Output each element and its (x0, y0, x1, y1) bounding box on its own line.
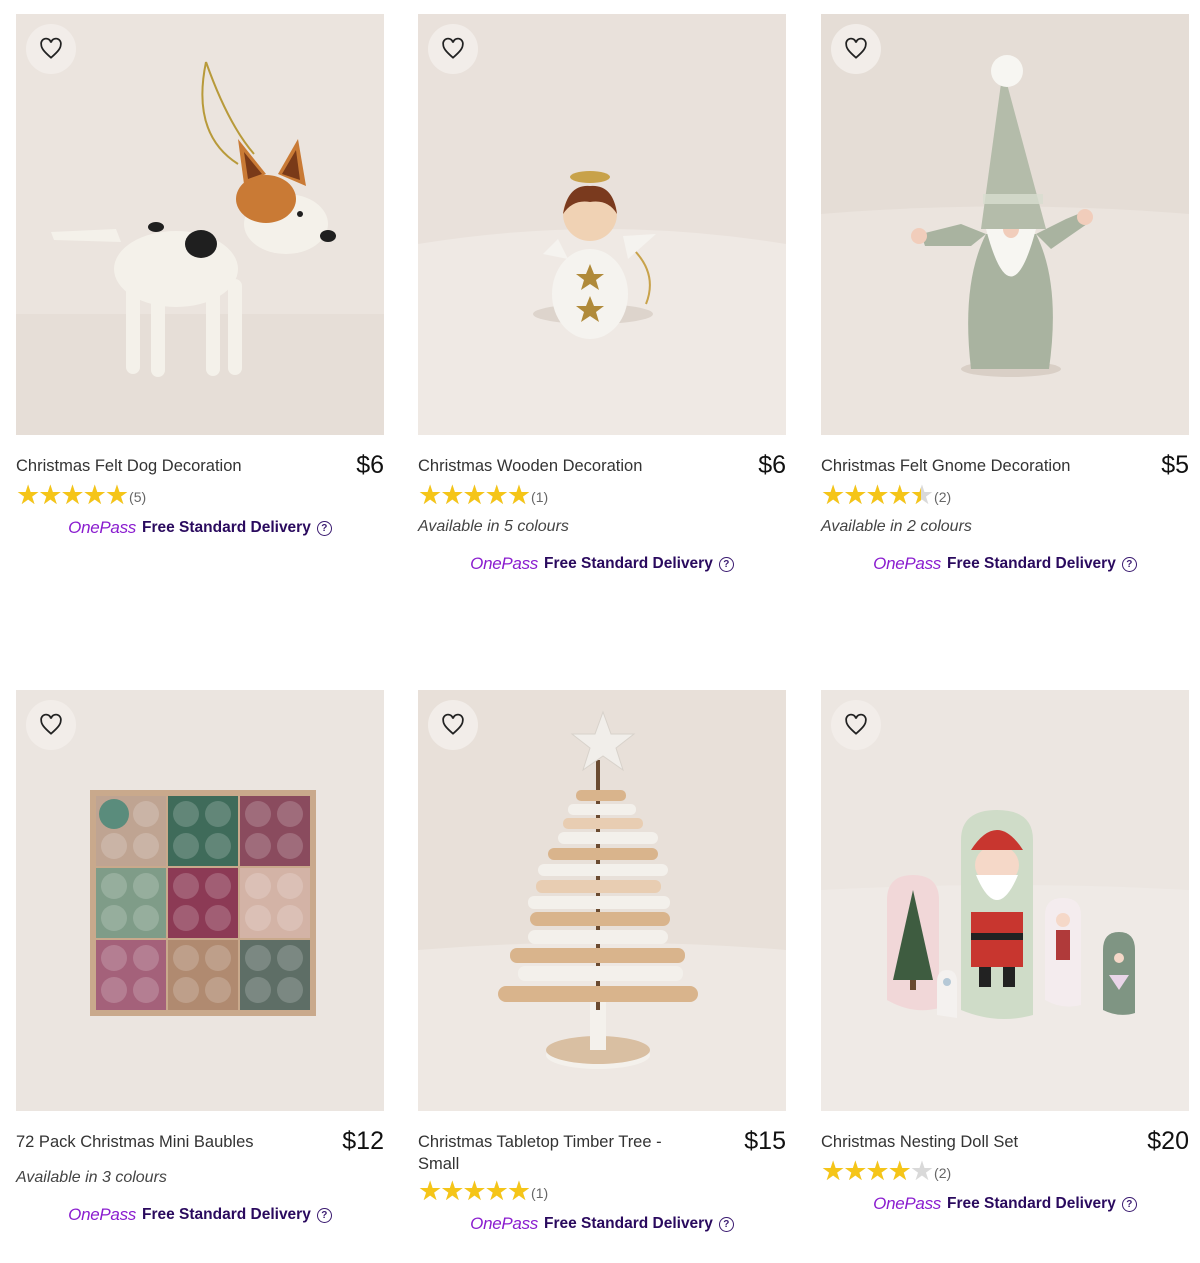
product-title[interactable]: Christmas Tabletop Timber Tree - Small (418, 1131, 698, 1175)
question-circle-icon[interactable]: ? (316, 1207, 332, 1223)
product-title[interactable]: Christmas Felt Gnome Decoration (821, 455, 1070, 477)
product-card[interactable]: 72 Pack Christmas Mini Baubles $12 Avail… (16, 690, 384, 1225)
rating-count: (2) (934, 1165, 952, 1181)
wishlist-button[interactable] (26, 700, 76, 750)
question-circle-icon[interactable]: ? (718, 1216, 734, 1232)
product-price: $6 (758, 451, 786, 479)
product-rating[interactable]: ★★★★★★★★★★ (2) (821, 1156, 1189, 1186)
delivery-text: Free Standard Delivery (946, 555, 1116, 572)
product-image[interactable] (418, 14, 786, 435)
mini-baubles-image (16, 690, 384, 1111)
star-rating-icon: ★★★★★★★★★★ (418, 480, 531, 510)
product-card[interactable]: Christmas Nesting Doll Set $20 ★★★★★ ★★★★… (821, 690, 1189, 1214)
product-title[interactable]: 72 Pack Christmas Mini Baubles (16, 1131, 254, 1153)
question-circle-icon[interactable]: ? (1121, 1196, 1137, 1212)
onepass-delivery-badge[interactable]: OnePass Free Standard Delivery ? (16, 1205, 384, 1225)
product-rating[interactable]: ★★★★★ ★★★★★ (5) (16, 480, 384, 510)
felt-gnome-image (821, 14, 1189, 435)
product-price: $15 (744, 1127, 786, 1155)
onepass-delivery-badge[interactable]: OnePass Free Standard Delivery ? (821, 1194, 1189, 1214)
product-rating[interactable]: ★★★★★ ★★★★★ (1) (418, 480, 786, 510)
colour-availability[interactable]: Available in 5 colours (418, 518, 786, 536)
star-rating-icon: ★★★★★★★★★★ (16, 480, 129, 510)
onepass-logo: OnePass (68, 1205, 136, 1224)
product-card[interactable]: Christmas Tabletop Timber Tree - Small $… (418, 690, 786, 1234)
product-image[interactable] (418, 690, 786, 1111)
product-card[interactable]: Christmas Felt Dog Decoration $6 ★★★★★ ★★… (16, 14, 384, 538)
product-image[interactable] (16, 14, 384, 435)
wooden-angel-image (418, 14, 786, 435)
onepass-logo: OnePass (68, 518, 136, 537)
heart-outline-icon (442, 713, 464, 735)
star-rating-icon: ★★★★★★★★★★ (418, 1176, 531, 1206)
onepass-delivery-badge[interactable]: OnePass Free Standard Delivery ? (418, 554, 786, 574)
heart-outline-icon (845, 713, 867, 735)
rating-count: (2) (934, 489, 952, 505)
onepass-delivery-badge[interactable]: OnePass Free Standard Delivery ? (821, 554, 1189, 574)
product-title[interactable]: Christmas Wooden Decoration (418, 455, 642, 477)
delivery-text: Free Standard Delivery (141, 1206, 311, 1223)
heart-outline-icon (845, 37, 867, 59)
onepass-logo: OnePass (873, 1194, 941, 1213)
onepass-logo: OnePass (873, 554, 941, 573)
product-rating[interactable]: ★★★★★ ★★★★★ (1) (418, 1176, 786, 1206)
rating-count: (1) (531, 489, 549, 505)
wishlist-button[interactable] (428, 700, 478, 750)
question-circle-icon[interactable]: ? (1121, 556, 1137, 572)
product-image[interactable] (821, 14, 1189, 435)
product-image[interactable] (821, 690, 1189, 1111)
onepass-logo: OnePass (470, 554, 538, 573)
wishlist-button[interactable] (428, 24, 478, 74)
felt-dog-image (16, 14, 384, 435)
colour-availability[interactable]: Available in 2 colours (821, 518, 1189, 536)
product-rating[interactable]: ★★★★★★★★★★ (2) (821, 480, 1189, 510)
star-rating-icon: ★★★★★★★★★★ (821, 480, 934, 510)
wishlist-button[interactable] (26, 24, 76, 74)
wishlist-button[interactable] (831, 24, 881, 74)
rating-count: (5) (129, 489, 147, 505)
onepass-logo: OnePass (470, 1214, 538, 1233)
heart-outline-icon (442, 37, 464, 59)
delivery-text: Free Standard Delivery (543, 1215, 713, 1232)
onepass-delivery-badge[interactable]: OnePass Free Standard Delivery ? (418, 1214, 786, 1234)
product-image[interactable] (16, 690, 384, 1111)
product-price: $12 (342, 1127, 384, 1155)
onepass-delivery-badge[interactable]: OnePass Free Standard Delivery ? (16, 518, 384, 538)
delivery-text: Free Standard Delivery (141, 519, 311, 536)
star-rating-icon: ★★★★★★★★★★ (821, 1156, 934, 1186)
wishlist-button[interactable] (831, 700, 881, 750)
product-title[interactable]: Christmas Nesting Doll Set (821, 1131, 1018, 1153)
product-card[interactable]: Christmas Wooden Decoration $6 ★★★★★ ★★★★… (418, 14, 786, 574)
product-title[interactable]: Christmas Felt Dog Decoration (16, 455, 242, 477)
nesting-dolls-image (821, 690, 1189, 1111)
rating-count: (1) (531, 1185, 549, 1201)
product-price: $6 (356, 451, 384, 479)
question-circle-icon[interactable]: ? (316, 520, 332, 536)
product-price: $20 (1147, 1127, 1189, 1155)
question-circle-icon[interactable]: ? (718, 556, 734, 572)
delivery-text: Free Standard Delivery (543, 555, 713, 572)
heart-outline-icon (40, 713, 62, 735)
timber-tree-image (418, 690, 786, 1111)
product-price: $5 (1161, 451, 1189, 479)
heart-outline-icon (40, 37, 62, 59)
product-card[interactable]: Christmas Felt Gnome Decoration $5 ★★★★★… (821, 14, 1189, 574)
delivery-text: Free Standard Delivery (946, 1195, 1116, 1212)
colour-availability[interactable]: Available in 3 colours (16, 1169, 384, 1187)
